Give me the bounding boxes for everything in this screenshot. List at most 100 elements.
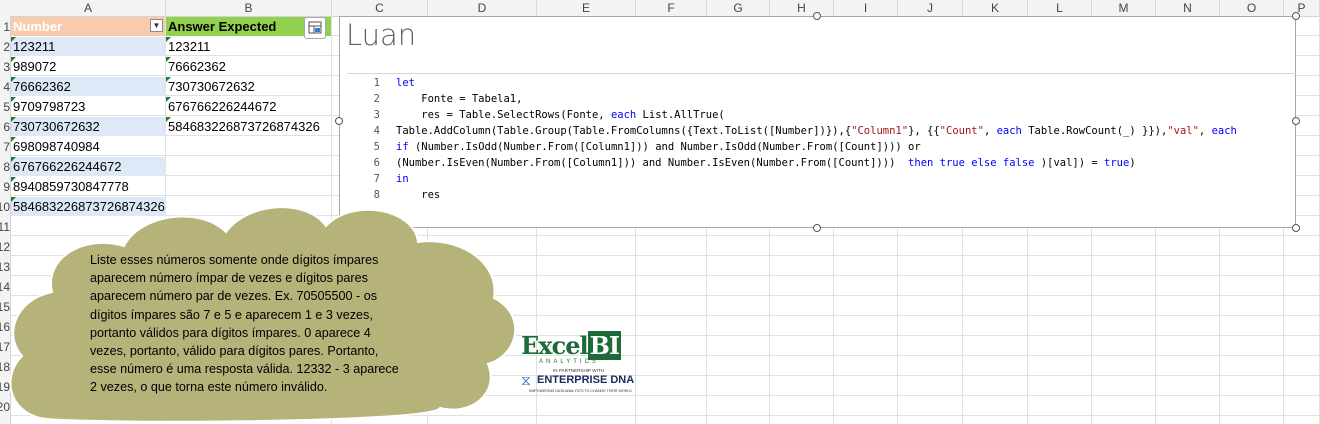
column-header-d[interactable]: D — [428, 0, 537, 16]
expected-cell[interactable]: 584683226873726874326 — [166, 117, 331, 136]
resize-handle-bottom[interactable] — [813, 224, 821, 232]
error-indicator-icon — [166, 57, 171, 62]
expected-cell[interactable]: 676766226244672 — [166, 97, 331, 116]
expected-cell[interactable]: 123211 — [166, 37, 331, 56]
error-indicator-icon — [11, 157, 16, 162]
line-number: 2 — [373, 93, 380, 105]
line-number: 1 — [373, 77, 380, 89]
code-line[interactable]: 6 (Number.IsEven(Number.From([Column1])) … — [347, 155, 1136, 171]
line-number: 7 — [373, 173, 380, 185]
expected-value: 123211 — [168, 39, 211, 54]
error-indicator-icon — [11, 57, 16, 62]
quick-analysis-icon[interactable] — [304, 17, 326, 39]
code-token: Table.RowCount(_) }}), — [1021, 125, 1168, 137]
number-cell[interactable]: 698098740984 — [11, 137, 165, 156]
number-cell[interactable]: 9709798723 — [11, 97, 165, 116]
column-header-m[interactable]: M — [1092, 0, 1156, 16]
row-header-2[interactable]: 2 — [0, 37, 10, 57]
error-indicator-icon — [166, 97, 171, 102]
column-header-a[interactable]: A — [11, 0, 166, 16]
error-indicator-icon — [11, 117, 16, 122]
expected-cell[interactable]: 730730672632 — [166, 77, 331, 96]
code-line[interactable]: 7 in — [347, 171, 409, 187]
code-line[interactable]: 3 res = Table.SelectRows(Fonte, each Lis… — [347, 107, 725, 123]
row-header-8[interactable]: 8 — [0, 157, 10, 177]
column-header-h[interactable]: H — [770, 0, 834, 16]
logo-partnership-text: IN PARTNERSHIP WITH — [553, 368, 605, 373]
number-value: 76662362 — [13, 79, 71, 94]
column-header-o[interactable]: O — [1220, 0, 1284, 16]
row-header-5[interactable]: 5 — [0, 97, 10, 117]
number-cell[interactable]: 76662362 — [11, 77, 165, 96]
code-token: Table.AddColumn(Table.Group(Table.FromCo… — [396, 125, 852, 137]
code-token: "Count" — [939, 125, 984, 137]
number-cell[interactable]: 8940859730847778 — [11, 177, 165, 196]
expected-value: 676766226244672 — [168, 99, 277, 114]
expected-cell[interactable]: 76662362 — [166, 57, 331, 76]
row-header-9[interactable]: 9 — [0, 177, 10, 197]
code-token: in — [396, 173, 409, 185]
code-token: each — [610, 109, 637, 121]
logo-analytics-text: ANALYTICS — [539, 359, 599, 365]
error-indicator-icon — [166, 37, 171, 42]
code-token: each — [1211, 125, 1237, 137]
code-line[interactable]: 1 let — [347, 75, 415, 91]
row-header-1[interactable]: 1 — [0, 17, 10, 37]
column-header-j[interactable]: J — [898, 0, 963, 16]
number-cell[interactable]: 989072 — [11, 57, 165, 76]
number-cell[interactable]: 123211 — [11, 37, 165, 56]
number-value: 8940859730847778 — [13, 179, 129, 194]
number-value: 9709798723 — [13, 99, 86, 114]
number-cell[interactable]: 730730672632 — [11, 117, 165, 136]
resize-handle-top-right[interactable] — [1292, 12, 1300, 20]
dna-icon: ⧖ — [521, 372, 531, 388]
column-header-b[interactable]: B — [166, 0, 332, 16]
number-value: 698098740984 — [13, 139, 100, 154]
row-header-6[interactable]: 6 — [0, 117, 10, 137]
code-token: List.AllTrue( — [636, 109, 725, 121]
code-line[interactable]: 2 Fonte = Tabela1, — [347, 91, 523, 107]
line-number: 6 — [373, 157, 380, 169]
column-header-f[interactable]: F — [636, 0, 707, 16]
filter-dropdown-icon[interactable]: ▼ — [150, 19, 163, 32]
resize-handle-right[interactable] — [1292, 117, 1300, 125]
code-token: "val" — [1167, 125, 1199, 137]
column-header-p[interactable]: P — [1284, 0, 1320, 16]
code-token: "Column1" — [851, 125, 909, 137]
resize-handle-bottom-right[interactable] — [1292, 224, 1300, 232]
column-header-c[interactable]: C — [332, 0, 428, 16]
code-token: let — [396, 77, 415, 89]
column-header-l[interactable]: L — [1028, 0, 1092, 16]
row-header-7[interactable]: 7 — [0, 137, 10, 157]
error-indicator-icon — [11, 177, 16, 182]
query-title: Luan — [346, 18, 417, 52]
code-token: ) — [1129, 157, 1136, 169]
logo-partner-text: ENTERPRISE DNA — [537, 374, 635, 386]
resize-handle-left[interactable] — [335, 117, 343, 125]
code-token: )[val]) = — [1034, 157, 1105, 169]
code-token: , — [983, 125, 997, 137]
error-indicator-icon — [11, 37, 16, 42]
column-header-k[interactable]: K — [963, 0, 1028, 16]
code-token: if — [396, 141, 409, 153]
column-header-bar: ABCDEFGHIJKLMNOP — [0, 0, 1320, 17]
code-line[interactable]: 5 if (Number.IsOdd(Number.From([Column1])… — [347, 139, 921, 155]
row-header-4[interactable]: 4 — [0, 77, 10, 97]
number-cell[interactable]: 676766226244672 — [11, 157, 165, 176]
code-editor[interactable]: 1 let 2 Fonte = Tabela1, 3 res = Table.Sele… — [347, 73, 1296, 214]
header-expected-label: Answer Expected — [168, 19, 277, 34]
column-header-g[interactable]: G — [707, 0, 770, 16]
column-header-e[interactable]: E — [537, 0, 636, 16]
code-line[interactable]: 4 Table.AddColumn(Table.Group(Table.FromC… — [347, 123, 1237, 139]
column-header-i[interactable]: I — [834, 0, 898, 16]
expected-value: 76662362 — [168, 59, 226, 74]
code-token: true — [1104, 157, 1130, 169]
row-header-3[interactable]: 3 — [0, 57, 10, 77]
error-indicator-icon — [166, 117, 171, 122]
table-header-number[interactable]: Number ▼ — [11, 17, 165, 36]
resize-handle-top[interactable] — [813, 12, 821, 20]
column-header-n[interactable]: N — [1156, 0, 1220, 16]
expected-value: 584683226873726874326 — [168, 119, 320, 134]
code-token: res = Table.SelectRows(Fonte, — [396, 109, 611, 121]
code-token: }, {{ — [908, 125, 940, 137]
